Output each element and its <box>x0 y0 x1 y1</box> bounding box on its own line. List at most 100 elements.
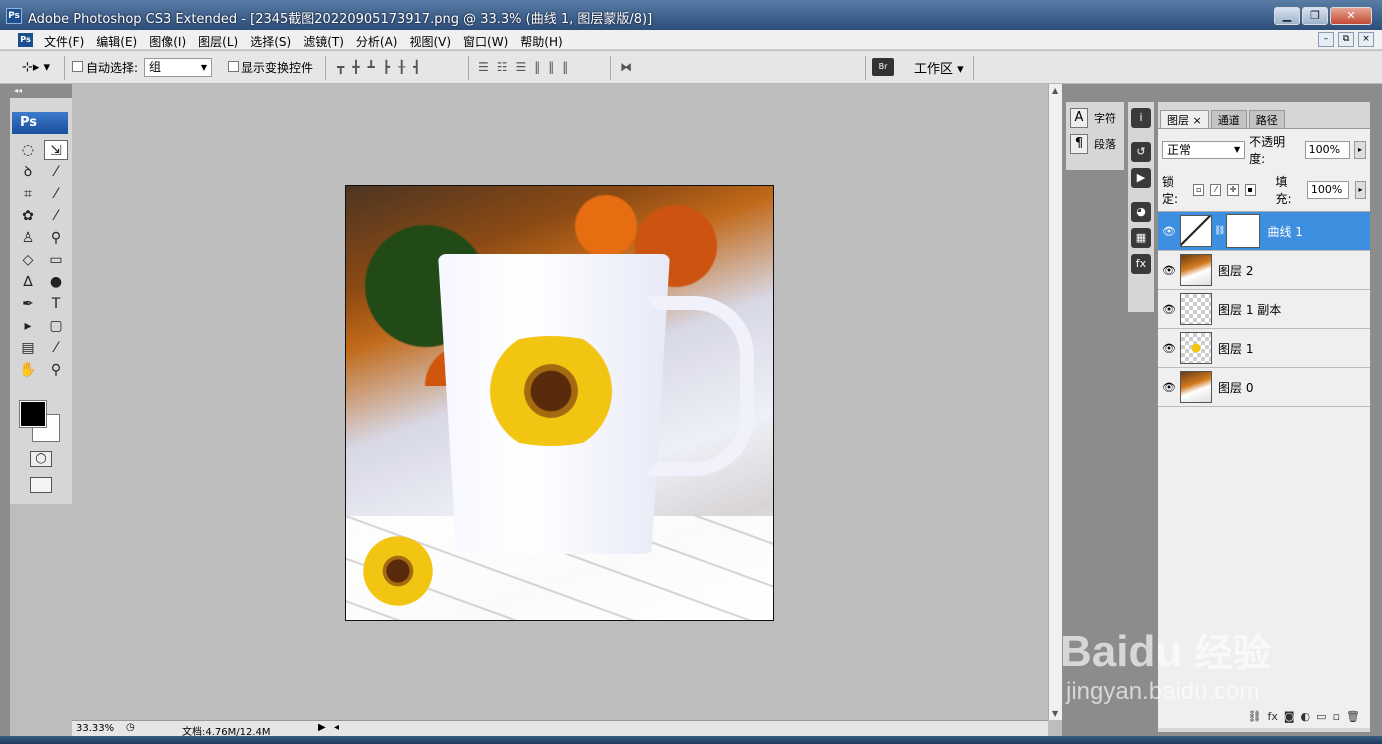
visibility-eye-icon[interactable]: 👁 <box>1158 381 1180 394</box>
character-panel-button[interactable]: A 字符 <box>1070 108 1124 128</box>
scroll-down-icon[interactable]: ▼ <box>1052 709 1058 718</box>
path-selection-tool-icon[interactable]: ▸ <box>16 316 40 336</box>
menu-analysis[interactable]: 分析(A) <box>350 33 404 50</box>
lock-position-icon[interactable]: ✛ <box>1227 184 1239 196</box>
distribute-right-icon[interactable]: ‖ <box>562 60 568 74</box>
minimize-button[interactable]: ▁ <box>1274 7 1300 25</box>
swatches-icon[interactable]: ▦ <box>1131 228 1151 248</box>
notes-tool-icon[interactable]: ▤ <box>16 338 40 358</box>
tab-layers[interactable]: 图层 × <box>1160 110 1209 128</box>
distribute-bottom-icon[interactable]: ☰ <box>516 60 527 74</box>
crop-tool-icon[interactable]: ⌗ <box>16 184 40 204</box>
magic-wand-tool-icon[interactable]: ⁄ <box>44 162 68 182</box>
layer-row-layer-0[interactable]: 👁 图层 0 <box>1158 368 1370 407</box>
menu-help[interactable]: 帮助(H) <box>514 33 568 50</box>
menu-view[interactable]: 视图(V) <box>403 33 457 50</box>
menu-app-icon[interactable]: Ps <box>18 33 33 47</box>
distribute-vcenter-icon[interactable]: ☷ <box>497 60 508 74</box>
layer-mask-thumbnail[interactable] <box>1226 214 1261 248</box>
lock-image-icon[interactable]: ⁄ <box>1210 184 1222 196</box>
auto-select-checkbox[interactable] <box>72 61 83 72</box>
foreground-color-swatch[interactable] <box>19 400 47 428</box>
dodge-tool-icon[interactable]: ● <box>44 272 68 292</box>
lock-transparency-icon[interactable]: ▫ <box>1193 184 1205 196</box>
align-left-icon[interactable]: ┣ <box>383 60 390 74</box>
layer-row-layer-1-copy[interactable]: 👁 图层 1 副本 <box>1158 290 1370 329</box>
menu-image[interactable]: 图像(I) <box>143 33 192 50</box>
visibility-eye-icon[interactable]: 👁 <box>1158 342 1180 355</box>
lock-all-icon[interactable]: ▪ <box>1244 184 1256 196</box>
workspace-menu[interactable]: 工作区 ▾ <box>914 58 964 77</box>
menu-layer[interactable]: 图层(L) <box>192 33 244 50</box>
doc-restore-button[interactable]: ⧉ <box>1338 32 1354 47</box>
show-transform-checkbox[interactable] <box>228 61 239 72</box>
clone-stamp-tool-icon[interactable]: ♙ <box>16 228 40 248</box>
zoom-tool-icon[interactable]: ⚲ <box>44 360 68 380</box>
bridge-icon[interactable]: Br <box>872 58 894 76</box>
doc-minimize-button[interactable]: – <box>1318 32 1334 47</box>
eraser-tool-icon[interactable]: ◇ <box>16 250 40 270</box>
restore-button[interactable]: ❐ <box>1302 7 1328 25</box>
opacity-slider-button[interactable]: ▸ <box>1354 141 1366 159</box>
pen-tool-icon[interactable]: ✒ <box>16 294 40 314</box>
doc-close-button[interactable]: × <box>1358 32 1374 47</box>
quick-mask-icon[interactable]: ◯ <box>30 451 52 467</box>
tab-paths[interactable]: 路径 <box>1248 110 1285 128</box>
opacity-input[interactable]: 100% <box>1304 141 1351 159</box>
status-arrow-icon[interactable]: ▶ <box>318 722 326 733</box>
fill-input[interactable]: 100% <box>1306 181 1349 199</box>
brush-tool-icon[interactable]: ⁄ <box>44 206 68 226</box>
toolbox-collapse-icon[interactable]: ◂◂ <box>10 84 72 98</box>
document-canvas[interactable] <box>345 185 774 621</box>
tab-channels[interactable]: 通道 <box>1210 110 1247 128</box>
marquee-tool-icon[interactable]: ◌ <box>16 140 40 160</box>
color-icon[interactable]: ◕ <box>1131 202 1151 222</box>
status-menu-icon[interactable]: ◷ <box>126 722 135 733</box>
info-icon[interactable]: i <box>1131 108 1151 128</box>
align-top-icon[interactable]: ┳ <box>337 60 344 74</box>
auto-align-icon[interactable]: ⧓ <box>620 60 632 74</box>
history-icon[interactable]: ↺ <box>1131 142 1151 162</box>
menu-edit[interactable]: 编辑(E) <box>90 33 143 50</box>
hscroll-left-icon[interactable]: ◂ <box>334 722 339 733</box>
styles-icon[interactable]: fx <box>1131 254 1151 274</box>
gradient-tool-icon[interactable]: ▭ <box>44 250 68 270</box>
paragraph-panel-button[interactable]: ¶ 段落 <box>1070 134 1124 154</box>
visibility-eye-icon[interactable]: 👁 <box>1158 303 1180 316</box>
hand-tool-icon[interactable]: ✋ <box>16 360 40 380</box>
distribute-top-icon[interactable]: ☰ <box>478 60 489 74</box>
zoom-level[interactable]: 33.33% <box>76 723 114 734</box>
menu-file[interactable]: 文件(F) <box>38 33 90 50</box>
auto-select-dropdown[interactable]: 组 ▼ <box>144 58 212 77</box>
slice-tool-icon[interactable]: ⁄ <box>44 184 68 204</box>
healing-brush-tool-icon[interactable]: ✿ <box>16 206 40 226</box>
align-vcenter-icon[interactable]: ╋ <box>352 60 359 74</box>
blend-mode-dropdown[interactable]: 正常 ▼ <box>1162 141 1246 159</box>
layer-row-layer-1[interactable]: 👁 图层 1 <box>1158 329 1370 368</box>
move-tool-preset-icon[interactable]: ⊹▸ ▾ <box>22 60 50 75</box>
align-hcenter-icon[interactable]: ╂ <box>398 60 405 74</box>
type-tool-icon[interactable]: T <box>44 294 68 314</box>
close-button[interactable]: ✕ <box>1330 7 1372 25</box>
visibility-eye-icon[interactable]: 👁 <box>1158 264 1180 277</box>
menu-select[interactable]: 选择(S) <box>244 33 297 50</box>
blur-tool-icon[interactable]: ∆ <box>16 272 40 292</box>
align-right-icon[interactable]: ┫ <box>413 60 420 74</box>
history-brush-tool-icon[interactable]: ⚲ <box>44 228 68 248</box>
eyedropper-tool-icon[interactable]: ⁄ <box>44 338 68 358</box>
layer-row-layer-2[interactable]: 👁 图层 2 <box>1158 251 1370 290</box>
layer-row-curves-1[interactable]: 👁 ⛓ 曲线 1 <box>1158 212 1370 251</box>
scroll-up-icon[interactable]: ▲ <box>1052 86 1058 95</box>
menu-window[interactable]: 窗口(W) <box>457 33 514 50</box>
distribute-hcenter-icon[interactable]: ‖ <box>548 60 554 74</box>
menu-filter[interactable]: 滤镜(T) <box>297 33 350 50</box>
screen-mode-icon[interactable] <box>30 477 52 493</box>
shape-tool-icon[interactable]: ▢ <box>44 316 68 336</box>
align-bottom-icon[interactable]: ┻ <box>367 60 374 74</box>
distribute-left-icon[interactable]: ‖ <box>534 60 540 74</box>
lasso-tool-icon[interactable]: ꝺ <box>16 162 40 182</box>
visibility-eye-icon[interactable]: 👁 <box>1158 225 1180 238</box>
fill-slider-button[interactable]: ▸ <box>1354 181 1367 199</box>
move-tool-icon[interactable]: ⇲ <box>44 140 68 160</box>
link-chain-icon[interactable]: ⛓ <box>1214 226 1225 236</box>
